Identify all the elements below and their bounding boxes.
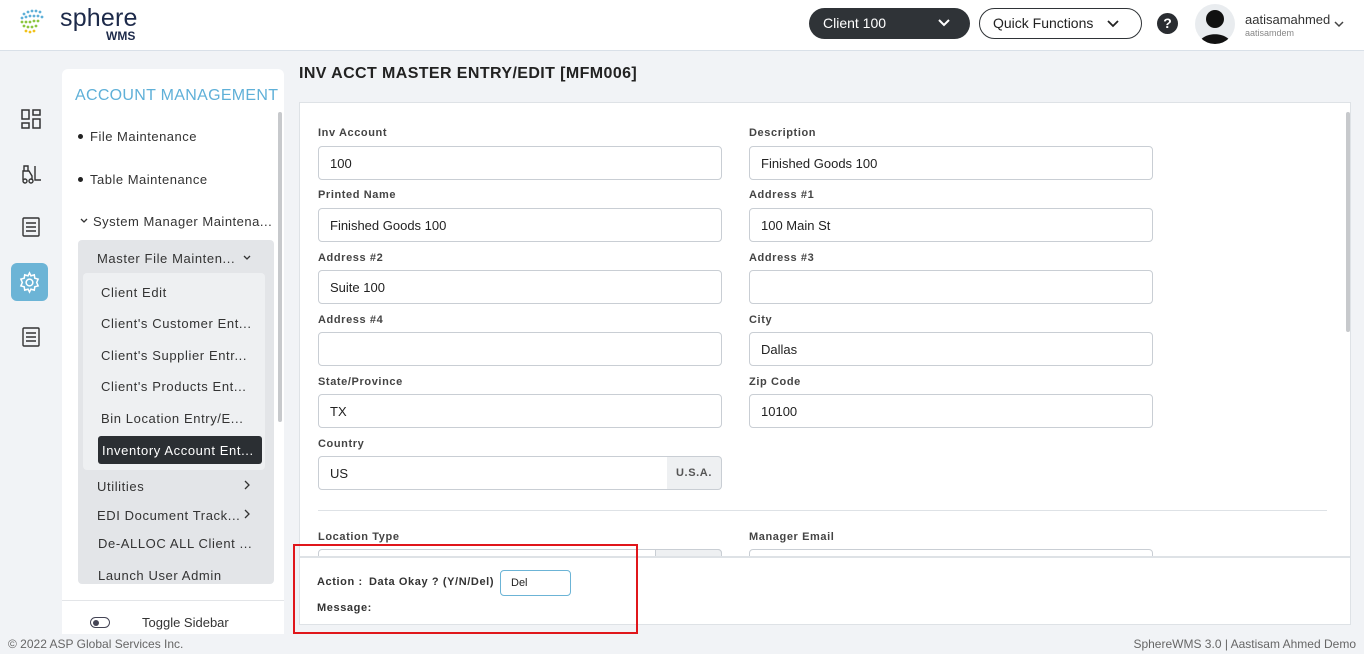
inv-account-input[interactable]: 100: [318, 146, 722, 180]
submenu-item-clients-customer[interactable]: Client's Customer Ent...: [101, 316, 261, 331]
zip-input[interactable]: 10100: [749, 394, 1153, 428]
globe-logo-icon: [20, 9, 44, 34]
address1-input[interactable]: 100 Main St: [749, 208, 1153, 242]
quick-functions-label: Quick Functions: [993, 15, 1094, 31]
chevron-right-icon: [244, 509, 250, 519]
submenu-item-client-edit[interactable]: Client Edit: [101, 285, 261, 300]
forklift-icon[interactable]: [20, 163, 42, 185]
inv-account-label: Inv Account: [318, 127, 388, 139]
sidebar-item-table-maintenance[interactable]: Table Maintenance: [78, 172, 208, 187]
location-type-label: Location Type: [318, 531, 400, 543]
address3-input[interactable]: [749, 270, 1153, 304]
submenu-launch-user-admin[interactable]: Launch User Admin: [98, 568, 258, 583]
section-divider: [318, 510, 1327, 511]
description-input[interactable]: Finished Goods 100: [749, 146, 1153, 180]
quick-functions-selector[interactable]: Quick Functions: [979, 8, 1142, 39]
submenu-dealloc-all-client[interactable]: De-ALLOC ALL Client ...: [98, 536, 258, 551]
chevron-down-icon: [938, 19, 950, 27]
state-input[interactable]: TX: [318, 394, 722, 428]
submenu-label: Utilities: [97, 479, 145, 494]
highlight-annotation-box: [293, 544, 638, 634]
address3-label: Address #3: [749, 252, 815, 264]
page-title: INV ACCT MASTER ENTRY/EDIT [MFM006]: [299, 65, 638, 82]
country-label: Country: [318, 438, 365, 450]
report-icon[interactable]: [20, 326, 42, 348]
sidebar-item-label: System Manager Maintena...: [93, 214, 273, 229]
address2-label: Address #2: [318, 252, 384, 264]
submenu-master-file-maintenance[interactable]: Master File Mainten...: [97, 251, 257, 266]
footer-version: SphereWMS 3.0 | Aastisam Ahmed Demo: [1133, 637, 1356, 651]
location-type-addon: [655, 549, 722, 556]
address1-label: Address #1: [749, 189, 815, 201]
checklist-icon[interactable]: [20, 216, 42, 238]
sidebar-item-system-manager[interactable]: System Manager Maintena...: [79, 214, 277, 229]
submenu-utilities[interactable]: Utilities: [97, 479, 257, 494]
printed-name-label: Printed Name: [318, 189, 397, 201]
chevron-down-icon: [80, 218, 88, 223]
gear-icon: [19, 271, 40, 294]
country-input[interactable]: US: [318, 456, 668, 490]
manager-email-label: Manager Email: [749, 531, 835, 543]
city-input[interactable]: Dallas: [749, 332, 1153, 366]
top-header: sphere WMS Client 100 Quick Functions ? …: [0, 0, 1364, 51]
sidebar-item-label: File Maintenance: [90, 129, 197, 144]
client-selector[interactable]: Client 100: [809, 8, 970, 39]
main-scrollbar[interactable]: [1346, 112, 1350, 332]
client-selector-label: Client 100: [823, 15, 887, 31]
address4-input[interactable]: [318, 332, 722, 366]
chevron-down-icon: [1107, 20, 1119, 28]
user-silhouette-icon: [1199, 10, 1231, 44]
description-label: Description: [749, 127, 817, 139]
sidebar-title: ACCOUNT MANAGEMENT: [75, 87, 279, 104]
chevron-down-icon: [243, 255, 251, 260]
submenu-item-inventory-account-active[interactable]: Inventory Account Ent...: [98, 436, 262, 464]
help-icon[interactable]: ?: [1157, 13, 1178, 34]
user-subtext: aatisamdem: [1245, 28, 1295, 38]
submenu-item-bin-location[interactable]: Bin Location Entry/E...: [101, 411, 261, 426]
footer-copyright: © 2022 ASP Global Services Inc.: [8, 637, 184, 651]
sidebar-item-label: Table Maintenance: [90, 172, 208, 187]
toggle-switch-icon: [90, 617, 110, 628]
chevron-right-icon: [244, 480, 250, 490]
sidebar-scrollbar[interactable]: [278, 112, 282, 422]
country-name-addon: U.S.A.: [667, 456, 722, 490]
manager-email-input[interactable]: [749, 549, 1153, 556]
address4-label: Address #4: [318, 314, 384, 326]
dashboard-icon[interactable]: [20, 108, 42, 130]
chevron-down-icon[interactable]: [1333, 18, 1345, 30]
submenu-label: Master File Mainten...: [97, 251, 236, 266]
zip-label: Zip Code: [749, 376, 801, 388]
submenu-item-clients-products[interactable]: Client's Products Ent...: [101, 379, 261, 394]
toggle-sidebar-label: Toggle Sidebar: [142, 615, 229, 630]
settings-nav-active[interactable]: [11, 263, 48, 301]
sphere-wms-logo[interactable]: sphere WMS: [16, 4, 156, 44]
city-label: City: [749, 314, 773, 326]
bullet-icon: [78, 134, 83, 140]
submenu-edi-document-tracking[interactable]: EDI Document Track...: [97, 508, 242, 523]
logo-subtext: WMS: [106, 29, 136, 43]
username[interactable]: aatisamahmed: [1245, 12, 1330, 27]
sidebar-item-file-maintenance[interactable]: File Maintenance: [78, 129, 197, 144]
address2-input[interactable]: Suite 100: [318, 270, 722, 304]
bullet-icon: [78, 177, 83, 183]
avatar[interactable]: [1195, 4, 1235, 44]
toggle-sidebar[interactable]: Toggle Sidebar: [62, 600, 284, 634]
state-label: State/Province: [318, 376, 403, 388]
printed-name-input[interactable]: Finished Goods 100: [318, 208, 722, 242]
submenu-item-clients-supplier[interactable]: Client's Supplier Entr...: [101, 348, 261, 363]
